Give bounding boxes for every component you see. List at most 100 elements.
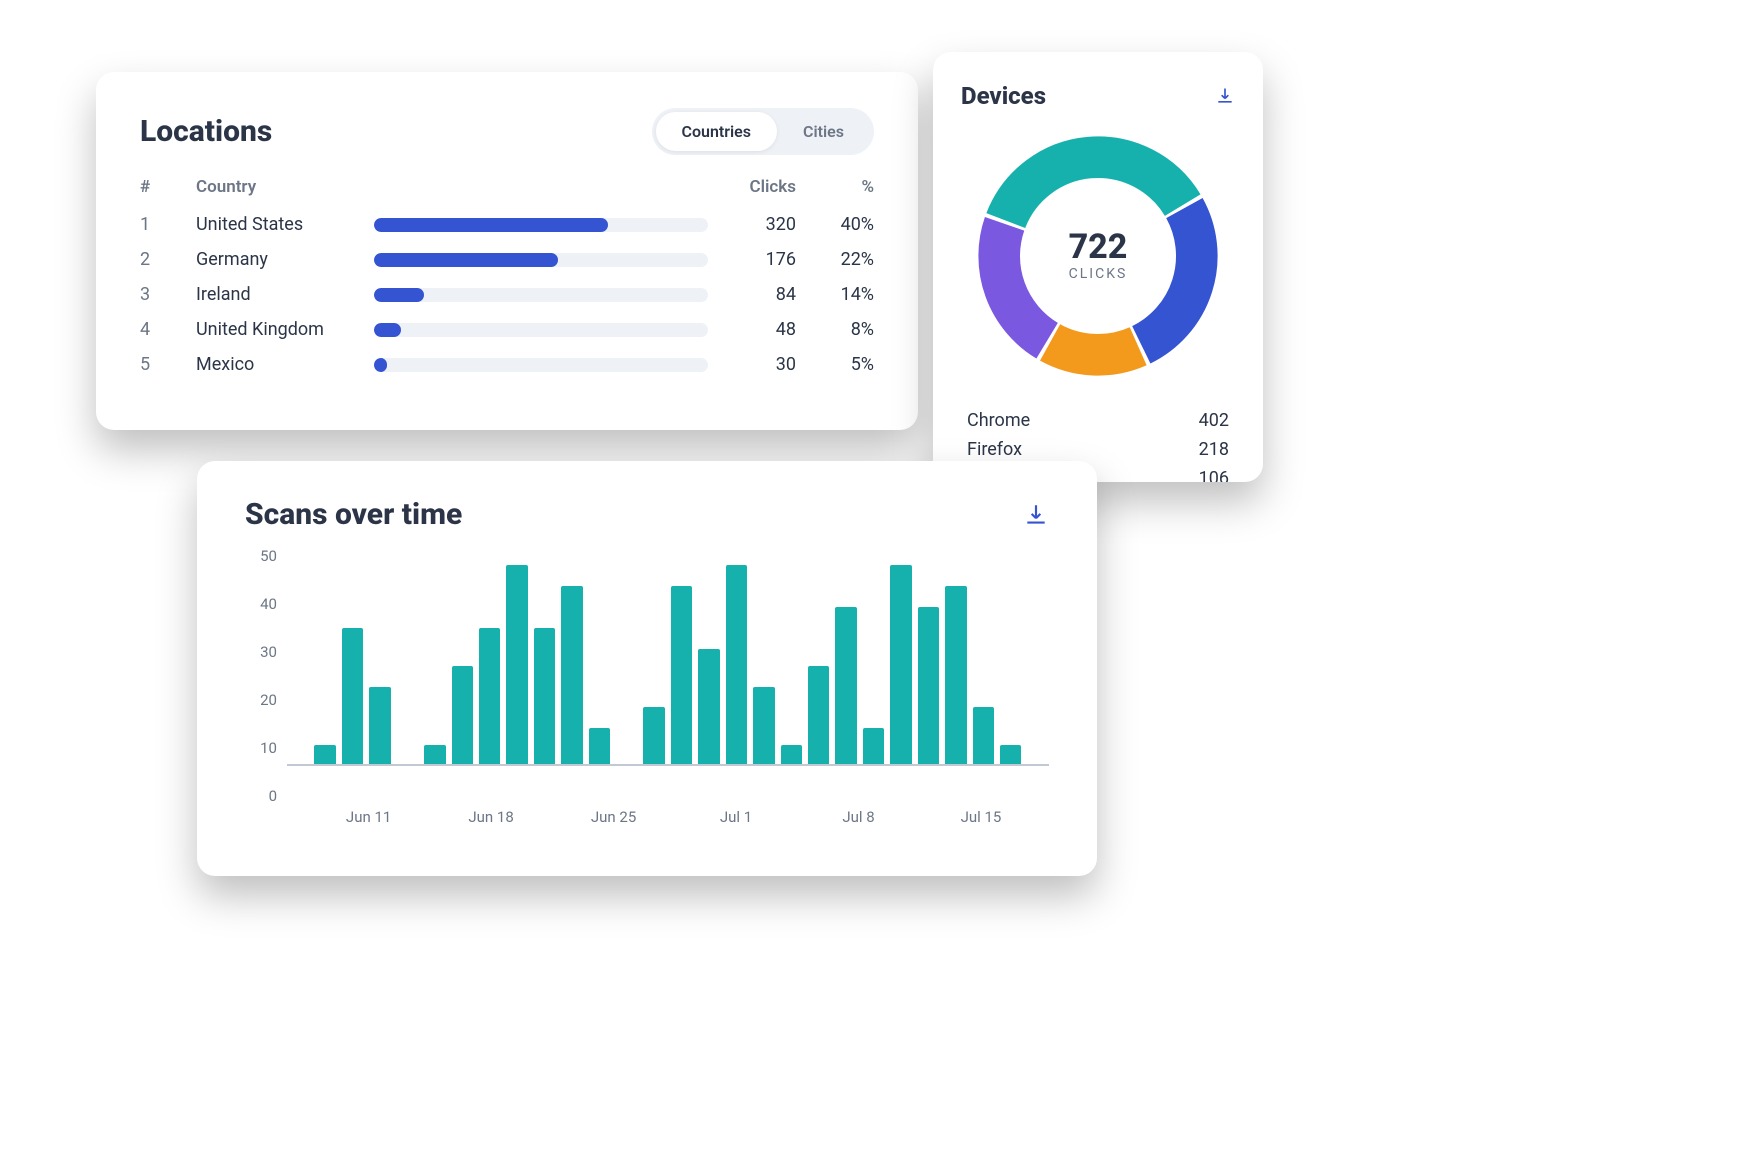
bar [342, 628, 363, 766]
bar [1000, 745, 1021, 766]
device-name: Chrome [967, 410, 1030, 431]
row-country: Germany [196, 249, 366, 270]
row-clicks: 48 [716, 319, 796, 340]
row-pct: 8% [804, 319, 874, 340]
row-bar [374, 288, 708, 302]
row-country: Ireland [196, 284, 366, 305]
bar [973, 707, 994, 766]
bar [918, 607, 939, 766]
col-clicks: Clicks [716, 177, 796, 197]
y-tick: 10 [260, 739, 277, 757]
list-item: Chrome 402 [961, 406, 1235, 435]
bar [945, 586, 966, 766]
scans-card: Scans over time 50 40 30 20 10 0 Jun 11 Jun 18… [197, 461, 1097, 876]
row-index: 5 [140, 354, 188, 375]
x-label: Jun 18 [468, 808, 513, 826]
device-value: 106 [1199, 468, 1229, 482]
bar [835, 607, 856, 766]
y-tick: 40 [260, 595, 277, 613]
bar [671, 586, 692, 766]
locations-header: Locations Countries Cities [140, 108, 874, 155]
row-country: Mexico [196, 354, 366, 375]
x-label: Jun 25 [591, 808, 636, 826]
bar [424, 745, 445, 766]
row-country: United Kingdom [196, 319, 366, 340]
baseline [287, 764, 1049, 766]
row-clicks: 320 [716, 214, 796, 235]
x-label: Jul 1 [720, 808, 752, 826]
row-pct: 22% [804, 249, 874, 270]
device-value: 218 [1199, 439, 1229, 460]
tab-cities[interactable]: Cities [777, 112, 870, 151]
devices-card: Devices 722 CLICKS Chrome402Firefox218Sa… [933, 52, 1263, 482]
bar [561, 586, 582, 766]
row-pct: 40% [804, 214, 874, 235]
table-row: 2 Germany 176 22% [140, 242, 874, 277]
row-index: 2 [140, 249, 188, 270]
x-label: Jul 8 [842, 808, 874, 826]
bar [643, 707, 664, 766]
scans-chart: 50403020100 Jun 11Jun 18Jun 25Jul 1Jul 8… [245, 556, 1049, 826]
bar [589, 728, 610, 766]
col-country: Country [196, 177, 366, 197]
y-tick: 0 [269, 787, 277, 805]
row-clicks: 84 [716, 284, 796, 305]
list-item: Firefox 218 [961, 435, 1235, 464]
col-index: # [140, 177, 188, 197]
devices-header: Devices [961, 82, 1235, 110]
row-pct: 14% [804, 284, 874, 305]
donut-total-value: 722 [1069, 230, 1128, 264]
bar [698, 649, 719, 766]
col-pct: % [804, 177, 874, 197]
row-bar [374, 323, 708, 337]
row-country: United States [196, 214, 366, 235]
table-row: 1 United States 320 40% [140, 207, 874, 242]
locations-card: Locations Countries Cities # Country Cli… [96, 72, 918, 430]
donut-center: 722 CLICKS [968, 126, 1228, 386]
bars [287, 557, 1049, 766]
y-tick: 30 [260, 643, 277, 661]
y-tick: 20 [260, 691, 277, 709]
row-index: 3 [140, 284, 188, 305]
locations-tab-group: Countries Cities [652, 108, 875, 155]
bar [753, 687, 774, 766]
bar [506, 565, 527, 766]
locations-title: Locations [140, 114, 272, 149]
table-row: 3 Ireland 84 14% [140, 277, 874, 312]
locations-rows: 1 United States 320 40% 2 Germany 176 22% 3 Irela… [140, 207, 874, 382]
row-clicks: 176 [716, 249, 796, 270]
bar [726, 565, 747, 766]
table-row: 5 Mexico 30 5% [140, 347, 874, 382]
plot-area [287, 556, 1049, 766]
y-axis: 50403020100 [245, 556, 279, 796]
locations-table-header: # Country Clicks % [140, 177, 874, 197]
tab-countries[interactable]: Countries [656, 112, 778, 151]
x-label: Jun 11 [346, 808, 391, 826]
bar [452, 666, 473, 766]
y-tick: 50 [260, 547, 277, 565]
table-row: 4United Kingdom488% [140, 312, 874, 347]
x-label: Jul 15 [961, 808, 1002, 826]
scans-title: Scans over time [245, 497, 462, 532]
row-bar [374, 218, 708, 232]
download-icon[interactable] [1023, 502, 1049, 528]
row-bar [374, 253, 708, 267]
x-axis: Jun 11 Jun 18 Jun 25 Jul 1 Jul 8 Jul 15 [287, 800, 1049, 826]
devices-donut: 722 CLICKS [968, 126, 1228, 386]
row-pct: 5% [804, 354, 874, 375]
device-value: 402 [1199, 410, 1229, 431]
scans-header: Scans over time [245, 497, 1049, 532]
bar [781, 745, 802, 766]
bar [314, 745, 335, 766]
device-name: Firefox [967, 439, 1022, 460]
download-icon[interactable] [1215, 86, 1235, 106]
row-index: 1 [140, 214, 188, 235]
row-clicks: 30 [716, 354, 796, 375]
devices-title: Devices [961, 82, 1046, 110]
bar [890, 565, 911, 766]
bar [369, 687, 390, 766]
row-bar [374, 358, 708, 372]
bar [479, 628, 500, 766]
bar [863, 728, 884, 766]
bar [534, 628, 555, 766]
